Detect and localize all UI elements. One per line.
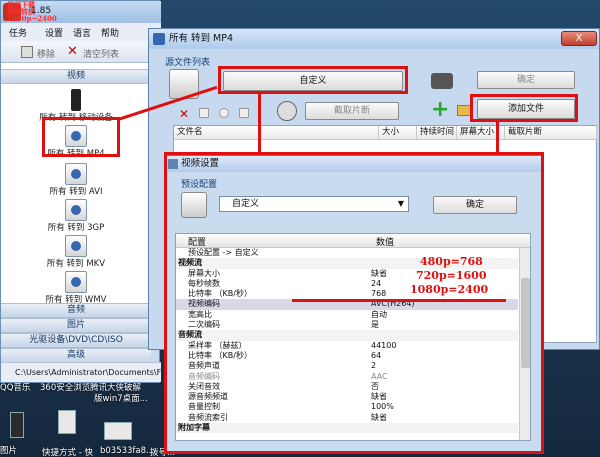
delete-icon[interactable]: ✕ <box>179 107 189 121</box>
category-video[interactable]: 视频 <box>1 69 151 84</box>
3gp-icon <box>65 199 87 221</box>
column-clip[interactable]: 截取片断 <box>505 126 597 140</box>
annotation-underline <box>292 299 506 302</box>
annotation-box-custom <box>218 66 408 94</box>
scissors-icon[interactable] <box>277 101 297 121</box>
status-path: C:\Users\Administrator\Documents\FFC <box>1 362 161 382</box>
remove-icon[interactable] <box>21 46 33 58</box>
category-disc[interactable]: 光驱设备\DVD\CD\ISO <box>1 333 151 348</box>
clip-button[interactable]: 截取片断 <box>305 102 399 120</box>
menu-task[interactable]: 任务 <box>9 26 27 39</box>
avi-icon <box>65 163 87 185</box>
play-icon[interactable] <box>219 108 229 118</box>
desktop-label-win7[interactable]: 版win7桌面... <box>94 392 148 404</box>
annotation-box-add-file <box>470 94 578 122</box>
device-icon[interactable] <box>10 412 24 438</box>
category-advanced[interactable]: 高级 <box>1 348 151 363</box>
shortcut-icon[interactable] <box>58 410 76 434</box>
annotation-1080p: 1080p=2400 <box>410 283 489 296</box>
info-icon[interactable] <box>239 108 249 118</box>
menu-language[interactable]: 语言 <box>73 26 91 39</box>
mobile-icon <box>71 89 81 111</box>
ok-button-top[interactable]: 确定 <box>477 71 575 89</box>
clear-icon[interactable]: ✕ <box>67 44 78 59</box>
clear-list-button[interactable]: 清空列表 <box>83 47 119 60</box>
folder-icon[interactable] <box>457 105 471 116</box>
column-size[interactable]: 大小 <box>379 126 417 140</box>
column-duration[interactable]: 持续时间 <box>417 126 457 140</box>
sidebar-item-label: 所有 转到 AVI <box>49 187 103 197</box>
sidebar-item-avi[interactable]: 所有 转到 AVI <box>1 163 151 197</box>
main-titlebar[interactable]: 视频下载 视频转换 1080p→2400 1.85 <box>1 1 161 23</box>
main-window: 视频下载 视频转换 1080p→2400 1.85 任务 设置 语言 帮助 移除… <box>0 0 161 383</box>
move-icon[interactable] <box>199 108 209 118</box>
sidebar-item-3gp[interactable]: 所有 转到 3GP <box>1 199 151 233</box>
desktop-label-image[interactable]: b03533fa8... <box>100 446 154 456</box>
annotation-box-settings <box>164 152 544 454</box>
desktop-label-shortcut[interactable]: 快捷方式 - 快 <box>42 446 93 457</box>
category-image[interactable]: 图片 <box>1 318 151 333</box>
sidebar-item-wmv[interactable]: 所有 转到 WMV <box>1 271 151 305</box>
image-thumbnail-icon[interactable] <box>104 422 132 440</box>
app-version: 1.85 <box>31 6 52 16</box>
annotation-720p: 720p=1600 <box>416 269 487 282</box>
remove-button[interactable]: 移除 <box>37 47 55 60</box>
annotation-box-mp4 <box>42 117 120 157</box>
wmv-icon <box>65 271 87 293</box>
desktop-label-left: 图片 <box>0 446 18 456</box>
source-list-label: 源文件列表 <box>165 58 211 68</box>
converter-titlebar[interactable]: 所有 转到 MP4 <box>149 29 599 49</box>
sidebar: 视频 所有 转到 移动设备 所有 转到 MP4 所有 转到 AVI 所有 转到 … <box>1 63 151 363</box>
column-filename[interactable]: 文件名 <box>174 126 379 140</box>
menu-settings[interactable]: 设置 <box>45 26 63 39</box>
main-toolbar: 移除 ✕ 清空列表 <box>1 41 161 63</box>
sidebar-item-mkv[interactable]: 所有 转到 MKV <box>1 235 151 269</box>
camera-icon <box>431 73 453 89</box>
add-icon[interactable]: + <box>431 99 449 121</box>
category-audio[interactable]: 音频 <box>1 303 151 318</box>
annotation-connector-left <box>258 92 261 154</box>
close-button[interactable]: X <box>561 31 597 46</box>
annotation-480p: 480p=768 <box>420 255 483 268</box>
mkv-icon <box>65 235 87 257</box>
menu-help[interactable]: 帮助 <box>101 26 119 39</box>
menubar: 任务 设置 语言 帮助 <box>1 23 161 41</box>
sidebar-item-label: 所有 转到 3GP <box>47 223 105 233</box>
sidebar-item-label: 所有 转到 MKV <box>46 259 106 269</box>
annotation-connector-right <box>496 120 499 154</box>
converter-window-icon <box>153 33 165 45</box>
watermark-line-3: 1080p→2400 <box>7 14 57 23</box>
